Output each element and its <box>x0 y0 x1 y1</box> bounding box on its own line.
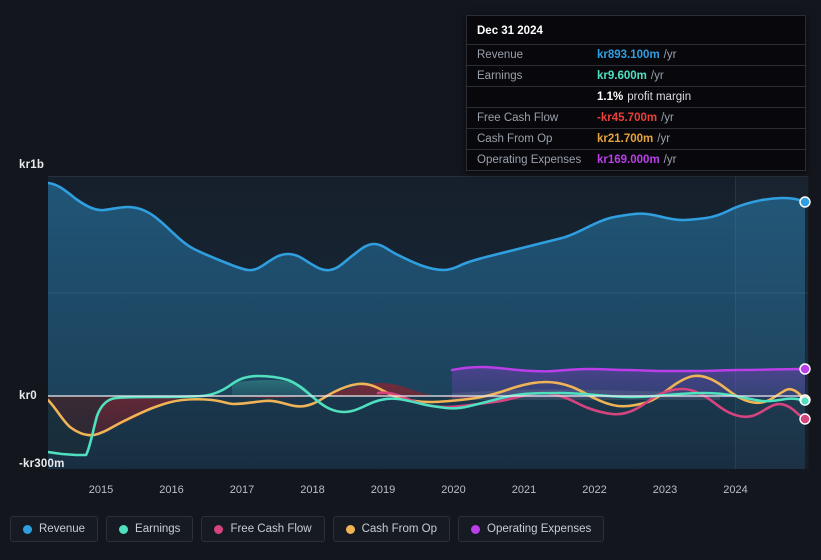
x-axis-tick-2024: 2024 <box>723 484 748 496</box>
free-cash-flow-endpoint-dot <box>799 413 811 425</box>
tooltip-row-value: kr893.100m/yr <box>597 49 677 61</box>
tooltip-row-label: Earnings <box>477 70 523 82</box>
legend-item-revenue[interactable]: Revenue <box>10 516 99 542</box>
x-axis-tick-2019: 2019 <box>370 484 396 496</box>
tooltip-row-value: kr21.700m/yr <box>597 133 671 145</box>
revenue-endpoint-dot <box>799 196 811 208</box>
tooltip-row-value: 1.1% profit margin <box>597 91 692 103</box>
legend-item-operating-expenses[interactable]: Operating Expenses <box>458 516 605 542</box>
x-axis-tick-2022: 2022 <box>582 484 607 496</box>
x-axis-tick-2021: 2021 <box>511 484 537 496</box>
earnings-endpoint-dot <box>800 396 810 406</box>
legend-item-earnings[interactable]: Earnings <box>106 516 194 542</box>
legend-color-dot-icon <box>471 524 481 534</box>
financial-chart-page: kr1b kr0 -kr300m 2015 2016 2017 2018 2019 202… <box>0 0 821 560</box>
x-axis: 2015 2016 2017 2018 2019 2020 2021 2022 2023 2024 <box>0 484 821 500</box>
x-axis-tick-2020: 2020 <box>441 484 466 496</box>
tooltip-title: Dec 31 2024 <box>477 25 543 37</box>
legend-color-dot-icon <box>119 524 129 534</box>
legend-color-dot-icon <box>23 524 32 534</box>
legend-item-label: Earnings <box>135 523 181 535</box>
revenue-area <box>48 183 805 469</box>
chart-legend[interactable]: Revenue Earnings Free Cash Flow Cash From O… <box>10 516 605 542</box>
opex-endpoint-dot <box>799 363 811 375</box>
tooltip-row: Free Cash Flow -kr45.700m/yr <box>467 107 805 128</box>
legend-item-label: Operating Expenses <box>487 523 592 535</box>
x-axis-tick-2023: 2023 <box>652 484 678 496</box>
legend-item-label: Revenue <box>39 523 86 535</box>
x-axis-tick-2018: 2018 <box>300 484 325 496</box>
tooltip-row-label: Revenue <box>477 49 524 61</box>
tooltip-row-label: Free Cash Flow <box>477 112 559 124</box>
tooltip-row: Operating Expenses kr169.000m/yr <box>467 149 805 170</box>
tooltip-row: 1.1% profit margin <box>467 86 805 107</box>
tooltip-row-label: Operating Expenses <box>477 154 582 166</box>
data-tooltip: Dec 31 2024 Revenue kr893.100m/yr Earnings… <box>466 15 806 171</box>
legend-item-free-cash-flow[interactable]: Free Cash Flow <box>201 516 325 542</box>
legend-color-dot-icon <box>214 524 224 534</box>
x-axis-tick-2015: 2015 <box>88 484 114 496</box>
legend-item-label: Free Cash Flow <box>230 523 312 535</box>
tooltip-row: Cash From Op kr21.700m/yr <box>467 128 805 149</box>
tooltip-row-label: Cash From Op <box>477 133 553 145</box>
tooltip-row: Earnings kr9.600m/yr <box>467 65 805 86</box>
x-axis-tick-2017: 2017 <box>229 484 255 496</box>
legend-color-dot-icon <box>345 524 355 534</box>
chart-series-group <box>48 176 808 469</box>
y-axis-label-zero: kr0 <box>19 390 37 402</box>
legend-item-cash-from-op[interactable]: Cash From Op <box>332 516 451 542</box>
x-axis-tick-2016: 2016 <box>159 484 184 496</box>
y-axis-label-top: kr1b <box>19 159 45 171</box>
tooltip-row-value: kr9.600m/yr <box>597 70 664 82</box>
tooltip-row-value: kr169.000m/yr <box>597 154 677 166</box>
legend-item-label: Cash From Op <box>361 523 438 535</box>
y-axis-label-bottom: -kr300m <box>19 458 65 470</box>
tooltip-row-value: -kr45.700m/yr <box>597 112 674 124</box>
tooltip-row: Revenue kr893.100m/yr <box>467 44 805 65</box>
tooltip-rows: Revenue kr893.100m/yr Earnings kr9.600m/yr 1… <box>467 44 805 170</box>
